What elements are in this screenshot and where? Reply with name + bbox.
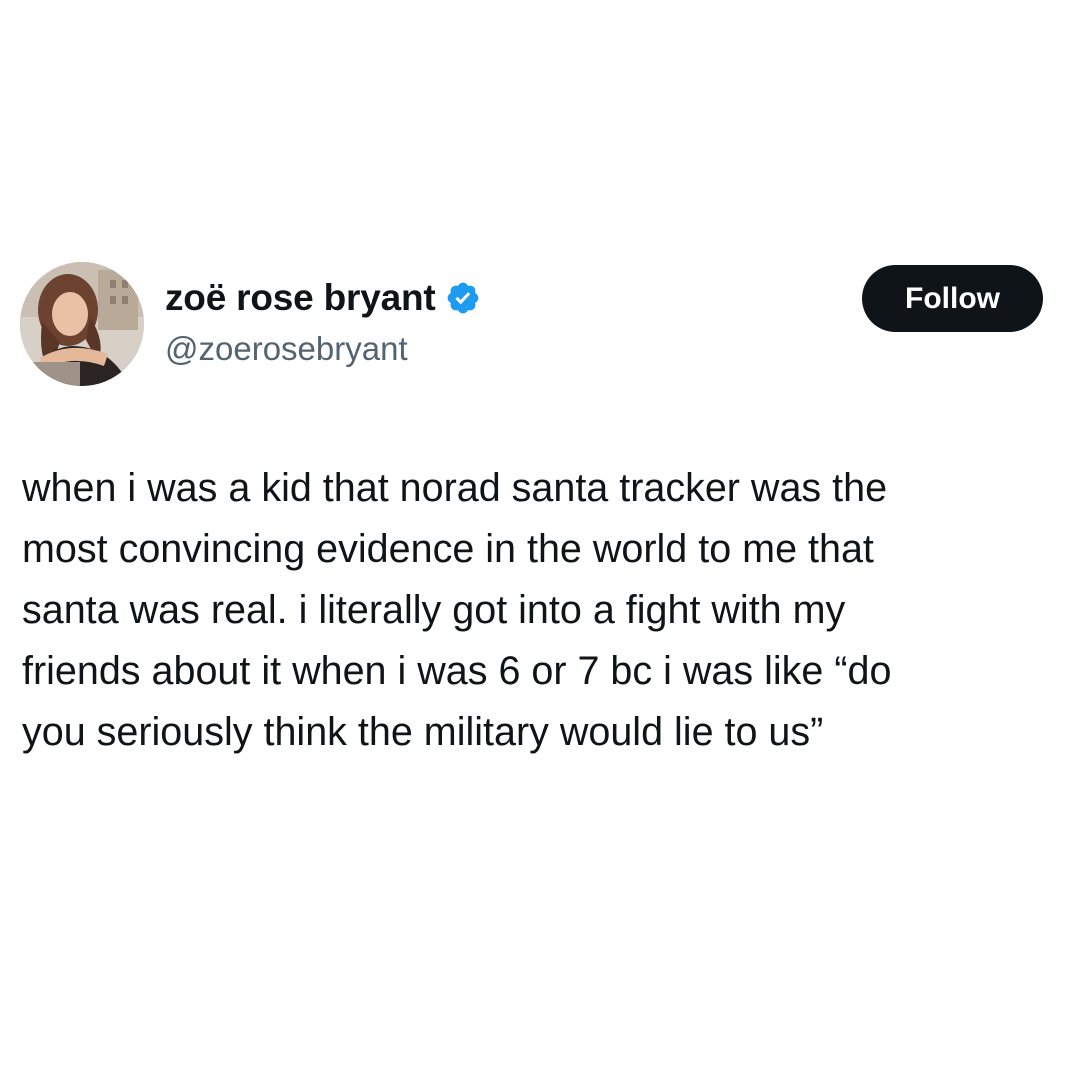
avatar[interactable] [20, 262, 144, 386]
tweet-text-line: friends about it when i was 6 or 7 bc i … [22, 649, 892, 693]
tweet-text-line: most convincing evidence in the world to… [22, 527, 874, 571]
follow-button[interactable]: Follow [862, 265, 1043, 332]
display-name-row: zoë rose bryant [165, 276, 481, 320]
tweet-text-line: you seriously think the military would l… [22, 710, 824, 754]
user-handle[interactable]: @zoerosebryant [165, 330, 481, 368]
tweet-text: when i was a kid that norad santa tracke… [22, 458, 1072, 763]
profile-photo-icon [20, 262, 144, 386]
verified-badge-icon[interactable] [445, 280, 481, 316]
tweet-text-line: when i was a kid that norad santa tracke… [22, 466, 888, 510]
tweet-text-line: santa was real. i literally got into a f… [22, 588, 846, 632]
display-name[interactable]: zoë rose bryant [165, 277, 436, 319]
tweet-card: zoë rose bryant @zoerosebryant Follow wh… [0, 0, 1080, 1080]
user-info: zoë rose bryant @zoerosebryant [165, 276, 481, 368]
